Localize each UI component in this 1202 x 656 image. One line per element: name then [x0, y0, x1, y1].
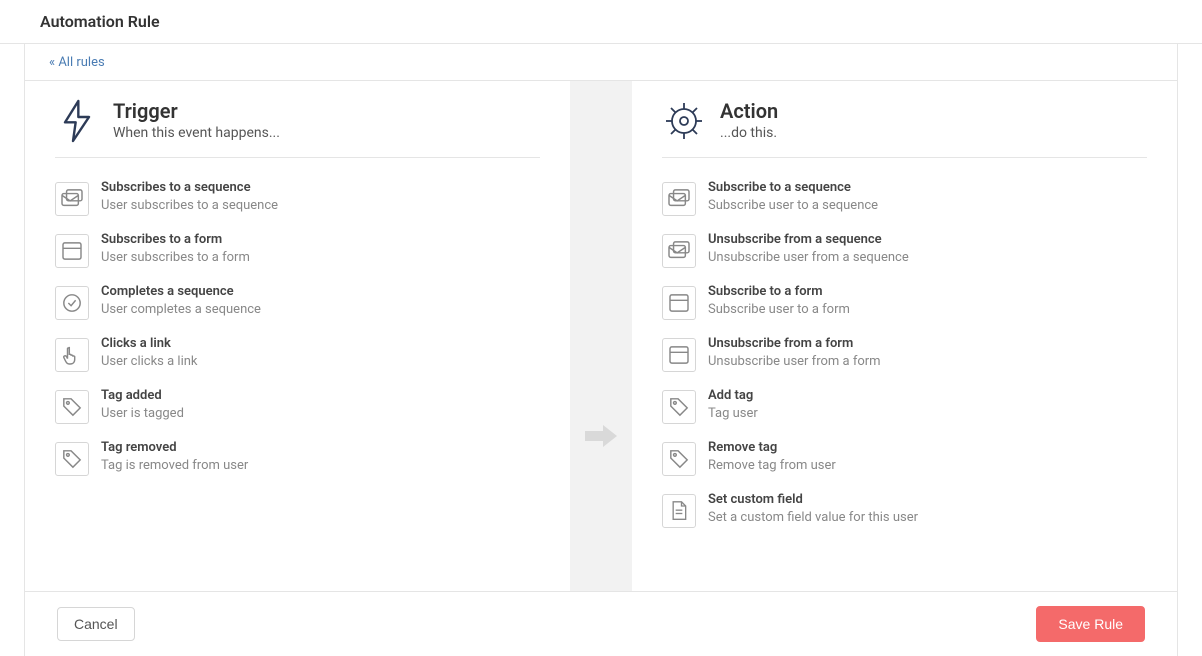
option-text: Unsubscribe from a sequenceUnsubscribe u…	[708, 232, 909, 267]
trigger-header-text: Trigger When this event happens...	[113, 99, 280, 141]
action-option[interactable]: Subscribe to a sequenceSubscribe user to…	[662, 174, 1147, 226]
save-button[interactable]: Save Rule	[1036, 606, 1145, 642]
option-text: Unsubscribe from a formUnsubscribe user …	[708, 336, 881, 371]
trigger-option[interactable]: Clicks a linkUser clicks a link	[55, 330, 540, 382]
option-text: Subscribe to a formSubscribe user to a f…	[708, 284, 850, 319]
action-panel: Action ...do this. Subscribe to a sequen…	[632, 81, 1177, 591]
option-desc: Set a custom field value for this user	[708, 510, 918, 527]
action-option[interactable]: Unsubscribe from a formUnsubscribe user …	[662, 330, 1147, 382]
action-option[interactable]: Add tagTag user	[662, 382, 1147, 434]
breadcrumb-bar: « All rules	[25, 44, 1177, 81]
trigger-header: Trigger When this event happens...	[55, 99, 540, 158]
option-title: Set custom field	[708, 492, 918, 509]
option-text: Subscribe to a sequenceSubscribe user to…	[708, 180, 878, 215]
option-title: Remove tag	[708, 440, 836, 457]
option-text: Subscribes to a sequenceUser subscribes …	[101, 180, 278, 215]
option-title: Completes a sequence	[101, 284, 261, 301]
option-title: Unsubscribe from a form	[708, 336, 881, 353]
option-text: Clicks a linkUser clicks a link	[101, 336, 198, 371]
cancel-button[interactable]: Cancel	[57, 607, 135, 641]
option-desc: Subscribe user to a sequence	[708, 198, 878, 215]
gear-icon	[662, 99, 706, 143]
trigger-option[interactable]: Completes a sequenceUser completes a seq…	[55, 278, 540, 330]
action-subtitle: ...do this.	[720, 125, 778, 141]
option-desc: Unsubscribe user from a form	[708, 354, 881, 371]
option-desc: Subscribe user to a form	[708, 302, 850, 319]
trigger-option[interactable]: Tag addedUser is tagged	[55, 382, 540, 434]
sequence-icon	[55, 182, 89, 216]
option-desc: User subscribes to a sequence	[101, 198, 278, 215]
form-icon	[55, 234, 89, 268]
option-text: Completes a sequenceUser completes a seq…	[101, 284, 261, 319]
trigger-option[interactable]: Subscribes to a sequenceUser subscribes …	[55, 174, 540, 226]
file-icon	[662, 494, 696, 528]
option-title: Tag removed	[101, 440, 248, 457]
footer: Cancel Save Rule	[25, 591, 1177, 656]
divider	[570, 81, 632, 591]
page-header: Automation Rule	[0, 0, 1202, 44]
action-title: Action	[720, 99, 778, 123]
action-options: Subscribe to a sequenceSubscribe user to…	[662, 174, 1147, 538]
all-rules-link[interactable]: « All rules	[49, 55, 105, 70]
pointer-icon	[55, 338, 89, 372]
action-header-text: Action ...do this.	[720, 99, 778, 141]
option-desc: User subscribes to a form	[101, 250, 250, 267]
option-title: Subscribes to a sequence	[101, 180, 278, 197]
option-desc: Tag is removed from user	[101, 458, 248, 475]
option-desc: Remove tag from user	[708, 458, 836, 475]
option-text: Subscribes to a formUser subscribes to a…	[101, 232, 250, 267]
option-title: Subscribe to a sequence	[708, 180, 878, 197]
option-text: Tag addedUser is tagged	[101, 388, 184, 423]
form-icon	[662, 338, 696, 372]
tag-icon	[55, 390, 89, 424]
trigger-panel: Trigger When this event happens... Subsc…	[25, 81, 570, 591]
option-title: Tag added	[101, 388, 184, 405]
option-desc: User is tagged	[101, 406, 184, 423]
option-title: Unsubscribe from a sequence	[708, 232, 909, 249]
option-text: Set custom fieldSet a custom field value…	[708, 492, 918, 527]
tag-icon	[55, 442, 89, 476]
action-option[interactable]: Remove tagRemove tag from user	[662, 434, 1147, 486]
trigger-title: Trigger	[113, 99, 280, 123]
action-option[interactable]: Set custom fieldSet a custom field value…	[662, 486, 1147, 538]
page-title: Automation Rule	[40, 12, 160, 31]
action-header: Action ...do this.	[662, 99, 1147, 158]
check-icon	[55, 286, 89, 320]
option-desc: Unsubscribe user from a sequence	[708, 250, 909, 267]
trigger-options: Subscribes to a sequenceUser subscribes …	[55, 174, 540, 486]
option-title: Add tag	[708, 388, 758, 405]
trigger-option[interactable]: Subscribes to a formUser subscribes to a…	[55, 226, 540, 278]
arrow-right-icon	[581, 421, 621, 451]
panels: Trigger When this event happens... Subsc…	[25, 81, 1177, 591]
option-desc: Tag user	[708, 406, 758, 423]
option-title: Subscribes to a form	[101, 232, 250, 249]
option-text: Add tagTag user	[708, 388, 758, 423]
action-option[interactable]: Unsubscribe from a sequenceUnsubscribe u…	[662, 226, 1147, 278]
option-text: Tag removedTag is removed from user	[101, 440, 248, 475]
form-icon	[662, 286, 696, 320]
option-desc: User clicks a link	[101, 354, 198, 371]
tag-icon	[662, 442, 696, 476]
trigger-subtitle: When this event happens...	[113, 125, 280, 141]
tag-icon	[662, 390, 696, 424]
option-title: Clicks a link	[101, 336, 198, 353]
option-text: Remove tagRemove tag from user	[708, 440, 836, 475]
action-option[interactable]: Subscribe to a formSubscribe user to a f…	[662, 278, 1147, 330]
option-title: Subscribe to a form	[708, 284, 850, 301]
main-container: « All rules Trigger When this event happ…	[24, 44, 1178, 656]
sequence-icon	[662, 182, 696, 216]
trigger-option[interactable]: Tag removedTag is removed from user	[55, 434, 540, 486]
sequence-icon	[662, 234, 696, 268]
option-desc: User completes a sequence	[101, 302, 261, 319]
lightning-icon	[55, 99, 99, 143]
